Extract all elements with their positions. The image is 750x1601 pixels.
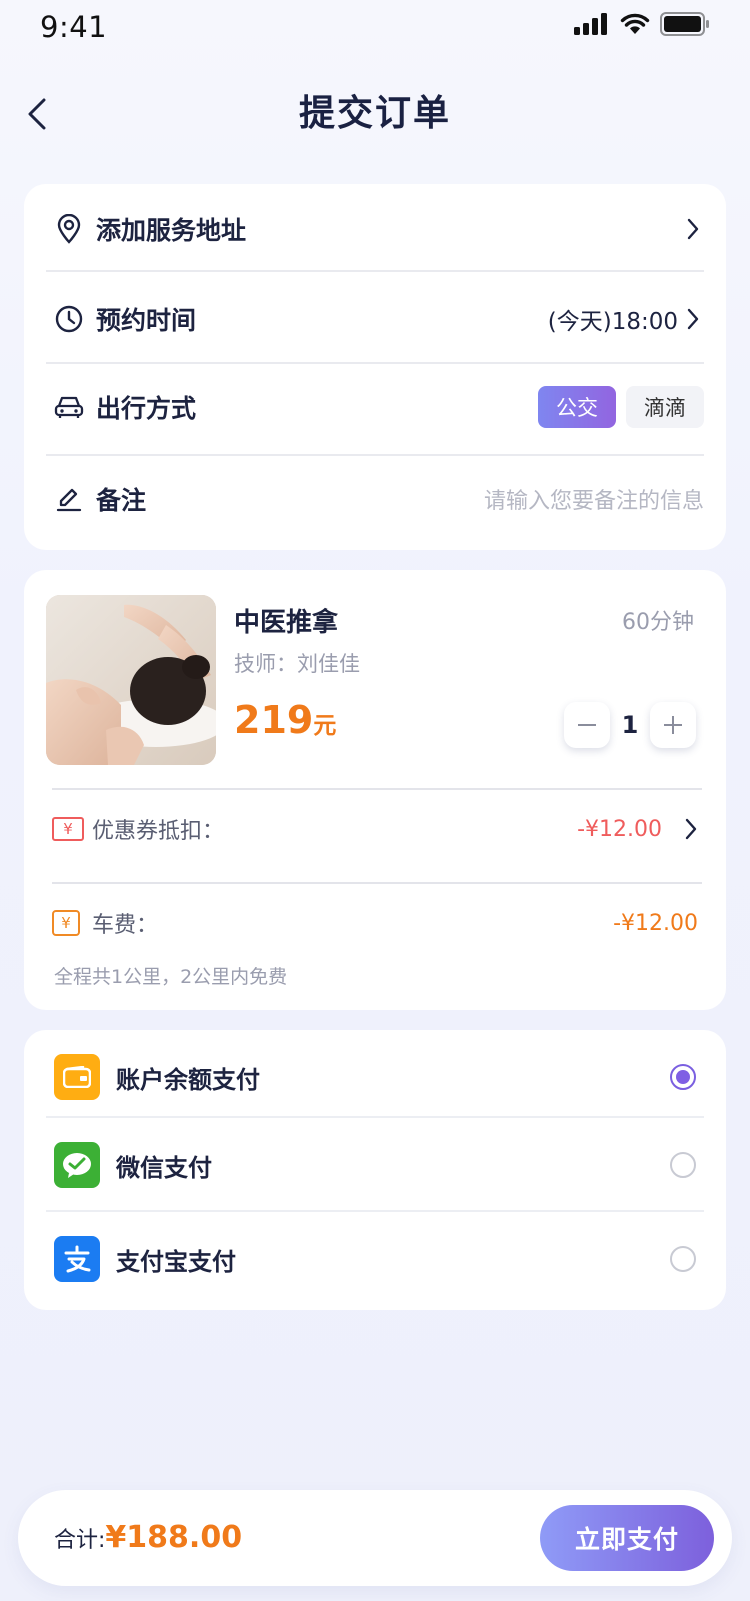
payment-label: 微信支付 — [116, 1153, 212, 1182]
location-pin-icon — [54, 214, 84, 244]
payment-option-alipay[interactable]: 支付宝支付 — [54, 1234, 726, 1284]
wallet-icon — [54, 1054, 100, 1100]
address-label: 添加服务地址 — [96, 216, 247, 245]
divider — [52, 788, 702, 790]
divider — [46, 454, 704, 456]
battery-icon — [660, 12, 709, 36]
travel-option-bus[interactable]: 公交 — [538, 386, 616, 428]
car-fee-row: ¥ 车费： -¥12.00 — [52, 896, 698, 950]
decrease-button[interactable] — [564, 702, 610, 748]
car-fee-label: 车费： — [92, 913, 159, 938]
car-fee-value: -¥12.00 — [613, 910, 698, 936]
chevron-right-icon — [687, 218, 699, 240]
price-unit: 元 — [313, 713, 337, 739]
clock-icon — [54, 304, 84, 334]
wechat-icon — [54, 1142, 100, 1188]
increase-button[interactable] — [650, 702, 696, 748]
divider — [46, 270, 704, 272]
travel-option-didi[interactable]: 滴滴 — [626, 386, 704, 428]
status-time: 9:41 — [40, 10, 108, 44]
total-value: ¥188.00 — [105, 1520, 243, 1555]
coupon-value: -¥12.00 — [577, 816, 662, 842]
service-duration: 60分钟 — [622, 610, 694, 635]
wifi-icon — [620, 13, 650, 34]
nav-bar: 提交订单 — [0, 52, 750, 160]
divider — [46, 362, 704, 364]
divider — [46, 1116, 704, 1118]
coupon-row[interactable]: ¥ 优惠券抵扣： -¥12.00 — [52, 802, 698, 856]
chevron-right-icon — [687, 308, 699, 330]
chevron-right-icon — [685, 818, 697, 840]
coupon-ticket-icon: ¥ — [52, 817, 84, 841]
order-info-card: 添加服务地址 预约时间 (今天)18:00 出行方式 公交 滴滴 备注 请输入您… — [24, 184, 726, 550]
note-input[interactable]: 请输入您要备注的信息 — [484, 483, 704, 515]
car-fee-note: 全程共1公里，2公里内免费 — [54, 966, 288, 988]
address-row[interactable]: 添加服务地址 — [46, 204, 704, 254]
radio-unselected[interactable] — [670, 1152, 696, 1178]
page-title: 提交订单 — [298, 93, 451, 134]
minus-icon — [578, 724, 596, 726]
service-image — [46, 595, 216, 765]
service-card: 中医推拿 60分钟 技师：刘佳佳 219元 1 ¥ 优惠券抵扣： -¥12.00… — [24, 570, 726, 1010]
pencil-icon — [54, 484, 84, 514]
service-price: 219元 — [234, 698, 336, 742]
fee-yuan-icon: ¥ — [52, 910, 80, 936]
checkout-bar: 合计: ¥188.00 立即支付 — [18, 1490, 732, 1586]
payment-label: 支付宝支付 — [116, 1247, 236, 1276]
plus-icon — [664, 716, 682, 734]
total-label: 合计: — [54, 1528, 106, 1553]
status-bar: 9:41 — [0, 0, 750, 52]
radio-unselected[interactable] — [670, 1246, 696, 1272]
appointment-time-row[interactable]: 预约时间 (今天)18:00 — [46, 294, 704, 344]
coupon-label: 优惠券抵扣： — [92, 819, 225, 844]
technician-name: 技师：刘佳佳 — [234, 652, 360, 676]
quantity-stepper: 1 — [564, 702, 696, 748]
note-row[interactable]: 备注 请输入您要备注的信息 — [46, 474, 704, 524]
signal-icon — [574, 13, 607, 35]
quantity-value: 1 — [621, 711, 639, 739]
car-icon — [54, 392, 84, 422]
total: 合计: ¥188.00 — [54, 1520, 242, 1555]
note-label: 备注 — [96, 486, 147, 515]
payment-option-wechat[interactable]: 微信支付 — [54, 1140, 726, 1190]
status-icons — [574, 12, 710, 36]
payment-option-balance[interactable]: 账户余额支付 — [54, 1052, 726, 1102]
radio-selected[interactable] — [670, 1064, 696, 1090]
time-value: (今天)18:00 — [547, 309, 678, 335]
service-name: 中医推拿 — [234, 608, 339, 638]
divider — [46, 1210, 704, 1212]
travel-mode-row: 出行方式 公交 滴滴 — [46, 382, 704, 432]
payment-methods-card: 账户余额支付 微信支付 支付宝支付 — [24, 1030, 726, 1310]
price-amount: 219 — [234, 698, 314, 742]
pay-now-button[interactable]: 立即支付 — [540, 1505, 714, 1571]
divider — [52, 882, 702, 884]
travel-label: 出行方式 — [96, 394, 197, 423]
alipay-icon — [54, 1236, 100, 1282]
payment-label: 账户余额支付 — [116, 1065, 260, 1094]
time-label: 预约时间 — [96, 306, 197, 335]
